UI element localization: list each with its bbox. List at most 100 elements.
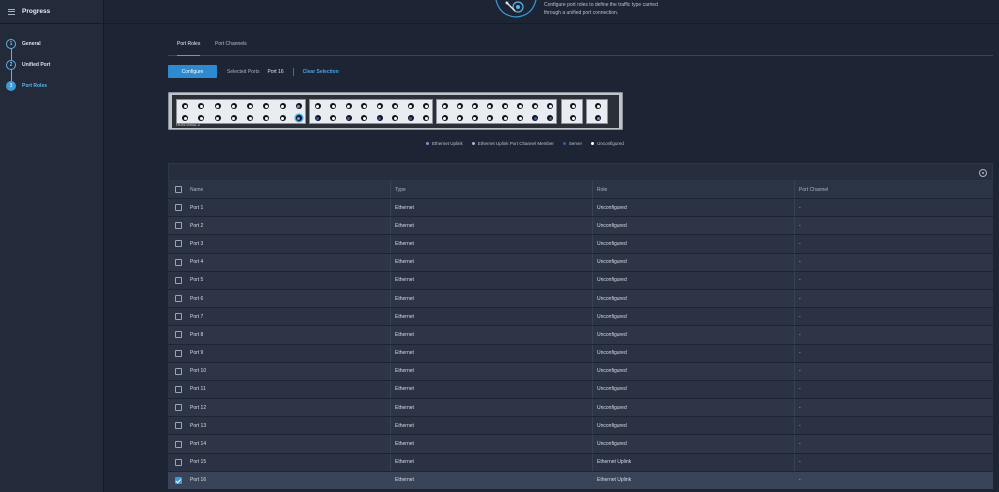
row-checkbox[interactable]: [174, 440, 182, 448]
row-checkbox[interactable]: [174, 295, 182, 303]
switch-port[interactable]: [486, 115, 493, 121]
select-all-checkbox[interactable]: [174, 186, 182, 193]
switch-port[interactable]: [532, 103, 539, 109]
row-checkbox[interactable]: [174, 240, 182, 248]
switch-port[interactable]: [214, 115, 221, 121]
table-row[interactable]: Port 7 Ethernet Unconfigured -: [168, 308, 993, 327]
tab-port-roles[interactable]: Port Roles: [177, 41, 201, 56]
row-checkbox[interactable]: [174, 385, 182, 393]
switch-port[interactable]: [361, 115, 368, 121]
switch-port[interactable]: [486, 103, 493, 109]
table-row[interactable]: Port 2 Ethernet Unconfigured -: [168, 217, 993, 236]
row-checkbox[interactable]: [174, 276, 182, 284]
table-row[interactable]: Port 5 Ethernet Unconfigured -: [168, 271, 993, 290]
column-header-port-channel[interactable]: Port Channel: [794, 181, 993, 198]
gear-icon[interactable]: [979, 169, 987, 177]
switch-port[interactable]: [456, 115, 463, 121]
switch-port[interactable]: [502, 103, 509, 109]
switch-port[interactable]: [230, 115, 237, 121]
switch-port[interactable]: [376, 115, 383, 121]
switch-port[interactable]: [441, 115, 448, 121]
description-line: through a unified port connection.: [544, 10, 619, 16]
switch-port[interactable]: [471, 115, 478, 121]
switch-port[interactable]: [376, 103, 383, 109]
row-checkbox[interactable]: [174, 258, 182, 266]
switch-port[interactable]: [502, 115, 509, 121]
switch-port[interactable]: [247, 103, 254, 109]
table-row[interactable]: Port 11 Ethernet Unconfigured -: [168, 380, 993, 400]
table-row[interactable]: Port 4 Ethernet Unconfigured -: [168, 253, 993, 272]
switch-port[interactable]: [295, 115, 302, 121]
table-row[interactable]: Port 13 Ethernet Unconfigured -: [168, 417, 993, 436]
column-header-name[interactable]: Name: [188, 181, 390, 198]
row-checkbox[interactable]: [174, 422, 182, 430]
switch-port[interactable]: [407, 103, 414, 109]
row-checkbox[interactable]: [174, 313, 182, 321]
table-row[interactable]: Port 12 Ethernet Unconfigured -: [168, 399, 993, 418]
switch-port[interactable]: [263, 115, 270, 121]
step-general[interactable]: 1 General: [0, 33, 103, 54]
row-checkbox[interactable]: [174, 204, 182, 212]
switch-port[interactable]: [547, 103, 554, 109]
row-checkbox[interactable]: [174, 331, 182, 339]
table-row[interactable]: Port 6 Ethernet Unconfigured -: [168, 289, 993, 309]
switch-port[interactable]: [182, 103, 189, 109]
table-row[interactable]: Port 9 Ethernet Unconfigured -: [168, 344, 993, 363]
row-checkbox[interactable]: [174, 476, 182, 484]
table-row[interactable]: Port 8 Ethernet Unconfigured -: [168, 326, 993, 345]
switch-port[interactable]: [361, 103, 368, 109]
menu-icon[interactable]: [8, 8, 15, 15]
table-row[interactable]: Port 10 Ethernet Unconfigured -: [168, 362, 993, 381]
switch-port[interactable]: [456, 103, 463, 109]
switch-port[interactable]: [595, 103, 601, 109]
row-checkbox[interactable]: [174, 349, 182, 357]
switch-port[interactable]: [407, 115, 414, 121]
switch-port[interactable]: [392, 115, 399, 121]
switch-port[interactable]: [570, 115, 576, 121]
switch-port[interactable]: [595, 115, 601, 121]
switch-port[interactable]: [279, 115, 286, 121]
table-row[interactable]: Port 15 Ethernet Ethernet Uplink -: [168, 453, 993, 472]
switch-port[interactable]: [330, 103, 337, 109]
switch-port[interactable]: [471, 103, 478, 109]
tab-port-channels[interactable]: Port Channels: [215, 41, 247, 56]
table-row[interactable]: Port 14 Ethernet Unconfigured -: [168, 435, 993, 454]
port-name-cell: Port 10: [190, 368, 207, 375]
switch-port[interactable]: [423, 103, 430, 109]
switch-port[interactable]: [247, 115, 254, 121]
step-port-roles[interactable]: 3 Port Roles: [0, 75, 103, 96]
switch-port[interactable]: [198, 115, 205, 121]
switch-port[interactable]: [214, 103, 221, 109]
table-row[interactable]: Port 1 Ethernet Unconfigured -: [168, 199, 993, 218]
row-checkbox[interactable]: [174, 367, 182, 375]
row-checkbox[interactable]: [174, 222, 182, 230]
switch-port[interactable]: [532, 115, 539, 121]
table-row[interactable]: Port 16 Ethernet Ethernet Uplink -: [168, 471, 993, 490]
switch-port[interactable]: [314, 115, 321, 121]
switch-port[interactable]: [423, 115, 430, 121]
switch-port[interactable]: [570, 103, 576, 109]
clear-selection-link[interactable]: Clear Selection: [303, 69, 339, 75]
switch-port[interactable]: [279, 103, 286, 109]
switch-port[interactable]: [345, 115, 352, 121]
switch-port[interactable]: [314, 103, 321, 109]
switch-port[interactable]: [330, 115, 337, 121]
step-unified-port[interactable]: 2 Unified Port: [0, 54, 103, 75]
switch-port[interactable]: [441, 103, 448, 109]
switch-port[interactable]: [198, 103, 205, 109]
switch-port[interactable]: [295, 103, 302, 109]
row-checkbox[interactable]: [174, 458, 182, 466]
switch-port[interactable]: [230, 103, 237, 109]
switch-port[interactable]: [547, 115, 554, 121]
switch-port[interactable]: [517, 115, 524, 121]
switch-port[interactable]: [517, 103, 524, 109]
switch-port[interactable]: [392, 103, 399, 109]
switch-port[interactable]: [263, 103, 270, 109]
table-row[interactable]: Port 3 Ethernet Unconfigured -: [168, 235, 993, 254]
switch-port[interactable]: [182, 115, 189, 121]
configure-button[interactable]: Configure: [168, 65, 217, 78]
column-header-role[interactable]: Role: [592, 181, 794, 198]
column-header-type[interactable]: Type: [390, 181, 592, 198]
row-checkbox[interactable]: [174, 404, 182, 412]
switch-port[interactable]: [345, 103, 352, 109]
